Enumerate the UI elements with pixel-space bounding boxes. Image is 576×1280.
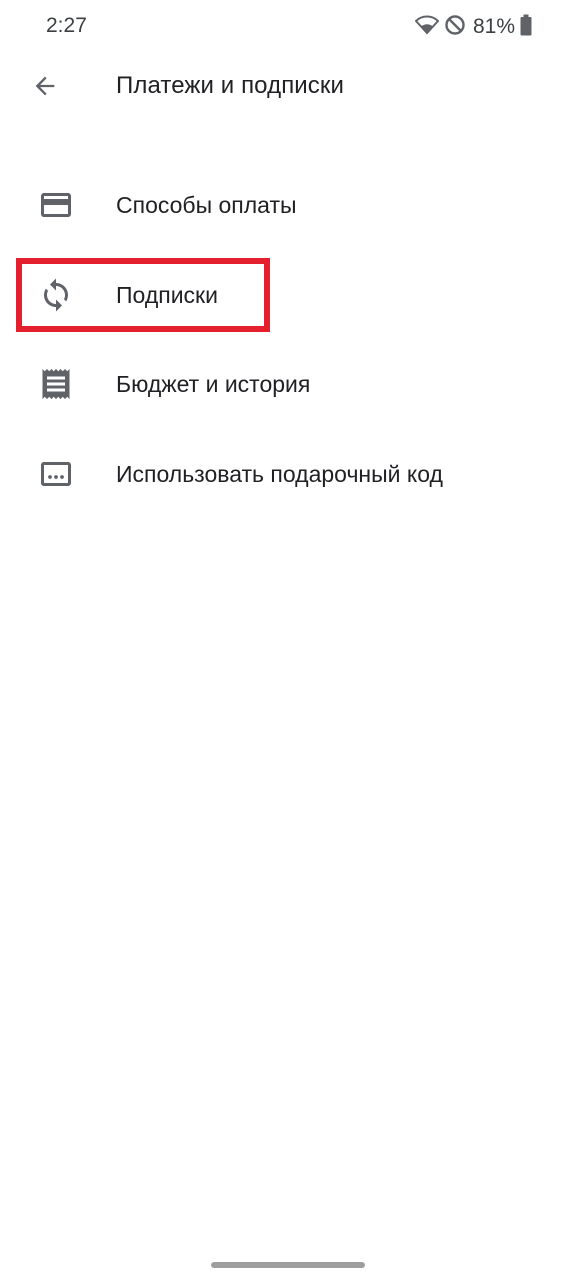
- status-icons: 81%: [414, 12, 532, 42]
- menu-item-payment-methods[interactable]: Способы оплаты: [0, 160, 576, 250]
- menu-item-label: Использовать подарочный код: [116, 461, 443, 487]
- credit-card-icon: [36, 185, 76, 225]
- menu-item-budget-history[interactable]: Бюджет и история: [0, 339, 576, 429]
- screen: 2:27 81% Платежи и подписки Способы опла…: [0, 0, 576, 1280]
- menu-item-label: Бюджет и история: [116, 371, 311, 397]
- menu-item-redeem-code[interactable]: Использовать подарочный код: [0, 429, 576, 519]
- arrow-back-icon: [31, 72, 59, 105]
- wifi-icon: [414, 14, 440, 41]
- battery-icon: [520, 14, 532, 41]
- back-button[interactable]: [18, 64, 72, 112]
- gesture-bar[interactable]: [211, 1262, 365, 1268]
- app-bar: Платежи и подписки: [0, 56, 576, 120]
- status-bar: 2:27 81%: [0, 0, 576, 56]
- status-time: 2:27: [46, 14, 87, 37]
- battery-percent: 81%: [472, 15, 515, 38]
- redeem-code-icon: [36, 454, 76, 494]
- menu-item-label: Способы оплаты: [116, 192, 297, 218]
- highlight-box: [16, 258, 270, 332]
- receipt-icon: [36, 364, 76, 404]
- do-not-disturb-icon: [444, 14, 466, 41]
- page-title: Платежи и подписки: [116, 72, 345, 99]
